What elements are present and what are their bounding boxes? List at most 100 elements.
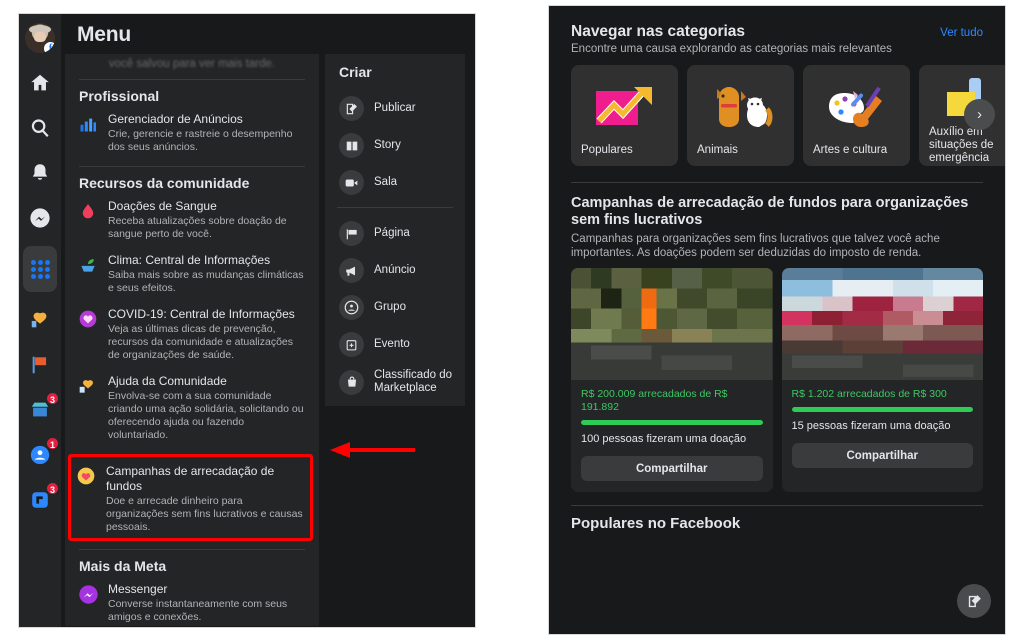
group-people-icon bbox=[339, 295, 364, 320]
rail-item-home[interactable] bbox=[23, 66, 57, 100]
see-all-link[interactable]: Ver tudo bbox=[940, 27, 983, 39]
video-room-icon bbox=[339, 170, 364, 195]
create-item-publicar[interactable]: Publicar bbox=[325, 90, 465, 127]
marketplace-bag-icon bbox=[339, 369, 364, 395]
create-item-label: Classificado do Marketplace bbox=[374, 369, 452, 394]
create-item-label: Story bbox=[374, 139, 401, 151]
create-item-label: Publicar bbox=[374, 102, 416, 114]
divider bbox=[571, 182, 983, 183]
create-item-label: Sala bbox=[374, 176, 398, 188]
divider bbox=[79, 549, 305, 550]
category-label: Populares bbox=[581, 144, 633, 156]
rail-item-notifications[interactable] bbox=[23, 156, 57, 190]
campaign-donors: 100 pessoas fizeram uma doação bbox=[581, 433, 747, 445]
menu-item-desc: Saiba mais sobre as mudanças climáticas … bbox=[108, 269, 304, 294]
campaign-card[interactable]: R$ 1.202 arrecadados de R$ 300 15 pessoa… bbox=[781, 268, 983, 492]
grid-icon bbox=[30, 259, 50, 279]
categories-carousel[interactable]: Populares Animais Artes e cultura Auxíli… bbox=[571, 65, 1005, 166]
create-fundraiser-fab[interactable] bbox=[957, 584, 991, 618]
section-title-recursos-da-comunidade: Recursos da comunidade bbox=[79, 175, 250, 191]
palette-violin-art bbox=[813, 74, 900, 144]
create-item-sala[interactable]: Sala bbox=[325, 164, 465, 201]
campaign-image bbox=[781, 268, 983, 380]
climate-sprout-icon bbox=[77, 254, 99, 276]
create-item-story[interactable]: Story bbox=[325, 127, 465, 164]
rail-item-pages[interactable] bbox=[23, 348, 57, 382]
create-item-pagina[interactable]: Página bbox=[325, 215, 465, 252]
menu-item-title: Ajuda da Comunidade bbox=[108, 374, 227, 388]
categories-heading: Navegar nas categorias bbox=[571, 23, 746, 40]
story-book-icon bbox=[339, 133, 364, 158]
menu-item-desc: Crie, gerencie e rastreie o desempenho d… bbox=[108, 128, 293, 153]
categories-subtitle: Encontre uma causa explorando as categor… bbox=[571, 43, 892, 55]
covid-shield-icon bbox=[77, 308, 99, 330]
create-item-evento[interactable]: Evento bbox=[325, 326, 465, 363]
create-pane: Criar Publicar Story Sala Página Anúncio… bbox=[325, 54, 465, 406]
create-item-label: Anúncio bbox=[374, 264, 416, 276]
menu-item-title: Clima: Central de Informações bbox=[108, 253, 271, 267]
menu-item-campanhas-de-arrecadacao-de-fundos[interactable]: Campanhas de arrecadação de fundos Doe e… bbox=[75, 464, 304, 534]
divider bbox=[79, 79, 305, 80]
share-button[interactable]: Compartilhar bbox=[791, 443, 973, 468]
rail-item-menu-grid[interactable] bbox=[23, 246, 57, 292]
menu-item-desc: Receba atualizações sobre doação de sang… bbox=[108, 215, 287, 240]
rail-item-friends[interactable] bbox=[23, 303, 57, 337]
create-item-classificado-do-marketplace[interactable]: Classificado do Marketplace bbox=[325, 363, 465, 401]
progress-bar bbox=[581, 420, 763, 425]
profile-avatar[interactable]: f bbox=[23, 21, 57, 55]
campaign-card[interactable]: R$ 200.009 arrecadados de R$ 191.892 100… bbox=[571, 268, 773, 492]
page-flag-icon bbox=[339, 221, 364, 246]
badge-groups: 1 bbox=[44, 436, 60, 451]
menu-item-covid-19-central-de-informacoes[interactable]: COVID-19: Central de Informações Veja as… bbox=[77, 307, 307, 362]
campaign-cards-grid: R$ 200.009 arrecadados de R$ 191.892 100… bbox=[571, 268, 983, 492]
facebook-menu-window: f 3 1 3 Menu você salvou para ver mais t… bbox=[18, 13, 476, 628]
share-button[interactable]: Compartilhar bbox=[581, 456, 763, 481]
footer-heading: Populares no Facebook bbox=[571, 515, 741, 532]
left-nav-rail: f 3 1 3 bbox=[19, 14, 61, 627]
scrolled-text-fragment: você salvou para ver mais tarde. bbox=[108, 58, 276, 70]
menu-item-desc: Envolva-se com a sua comunidade criando … bbox=[108, 390, 304, 441]
menu-item-messenger[interactable]: Messenger Converse instantaneamente com … bbox=[77, 582, 307, 624]
flag-icon bbox=[32, 356, 47, 374]
create-item-label: Evento bbox=[374, 338, 410, 350]
home-icon bbox=[31, 74, 49, 91]
badge-marketplace: 3 bbox=[44, 391, 60, 406]
menu-item-gerenciador-de-anuncios[interactable]: Gerenciador de Anúncios Crie, gerencie e… bbox=[77, 112, 307, 154]
category-card-populares[interactable]: Populares bbox=[571, 65, 678, 166]
divider bbox=[79, 166, 305, 167]
category-card-artes-e-cultura[interactable]: Artes e cultura bbox=[803, 65, 910, 166]
fundraisers-content: Navegar nas categorias Ver tudo Encontre… bbox=[549, 6, 1005, 634]
rail-item-messenger[interactable] bbox=[23, 201, 57, 235]
menu-item-ajuda-da-comunidade[interactable]: Ajuda da Comunidade Envolva-se com a sua… bbox=[77, 374, 307, 442]
rail-item-search[interactable] bbox=[23, 111, 57, 145]
heart-circle-icon bbox=[75, 465, 97, 487]
event-calendar-icon bbox=[339, 332, 364, 357]
chevron-right-icon: › bbox=[977, 106, 982, 123]
divider bbox=[571, 505, 983, 506]
messenger-icon bbox=[77, 583, 99, 605]
megaphone-icon bbox=[339, 258, 364, 283]
rail-item-groups[interactable]: 1 bbox=[23, 436, 60, 472]
screenshot-stage: f 3 1 3 Menu você salvou para ver mais t… bbox=[0, 0, 1024, 641]
carousel-next-button[interactable]: › bbox=[964, 99, 995, 130]
section-title-mais-da-meta: Mais da Meta bbox=[79, 558, 167, 574]
rail-item-marketplace[interactable]: 3 bbox=[23, 391, 60, 427]
create-item-anuncio[interactable]: Anúncio bbox=[325, 252, 465, 289]
create-item-grupo[interactable]: Grupo bbox=[325, 289, 465, 326]
campaigns-subtitle: Campanhas para organizações sem fins luc… bbox=[571, 233, 940, 259]
compose-icon bbox=[968, 594, 981, 607]
rail-item-gaming[interactable]: 3 bbox=[23, 481, 60, 517]
categories-header: Navegar nas categorias Ver tudo bbox=[571, 23, 983, 41]
compose-icon bbox=[339, 96, 364, 121]
campaign-donors: 15 pessoas fizeram uma doação bbox=[791, 420, 951, 432]
menu-list-pane[interactable]: você salvou para ver mais tarde. Profiss… bbox=[65, 54, 319, 626]
menu-item-doacoes-de-sangue[interactable]: Doações de Sangue Receba atualizações so… bbox=[77, 199, 307, 241]
helping-hands-icon bbox=[77, 375, 99, 397]
divider bbox=[337, 207, 453, 208]
fundraisers-window: Navegar nas categorias Ver tudo Encontre… bbox=[548, 5, 1006, 635]
progress-bar bbox=[791, 407, 973, 412]
avatar: f bbox=[25, 23, 55, 53]
menu-item-clima-central-de-informacoes[interactable]: Clima: Central de Informações Saiba mais… bbox=[77, 253, 307, 295]
menu-item-desc: Veja as últimas dicas de prevenção, recu… bbox=[108, 323, 294, 361]
category-card-animais[interactable]: Animais bbox=[687, 65, 794, 166]
